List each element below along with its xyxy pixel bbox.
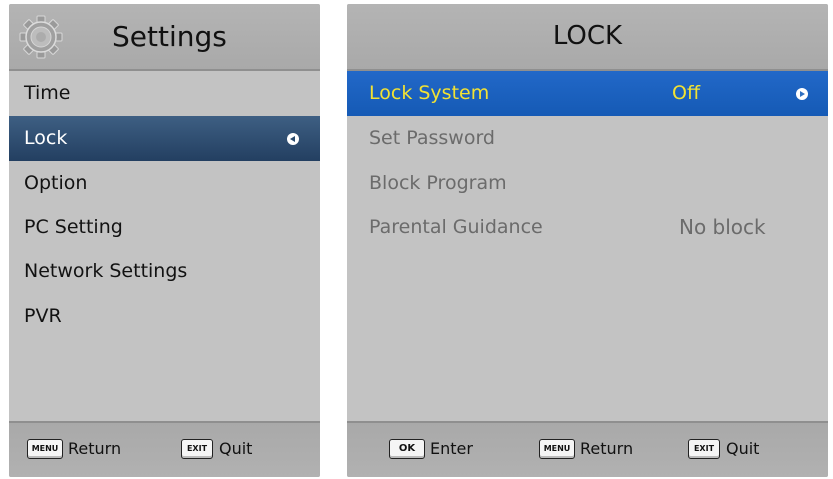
menu-item-label: Lock bbox=[24, 127, 68, 149]
parental-guidance-value: No block bbox=[679, 215, 766, 239]
gear-icon bbox=[19, 15, 63, 59]
menu-item-option[interactable]: Option bbox=[9, 161, 320, 206]
lock-title: LOCK bbox=[552, 21, 623, 51]
set-password-label: Set Password bbox=[369, 127, 495, 149]
quit-label: Quit bbox=[726, 439, 760, 458]
menu-item-time[interactable]: Time bbox=[9, 71, 320, 116]
return-label: Return bbox=[580, 439, 634, 458]
lock-item-block-program[interactable]: Block Program bbox=[347, 161, 828, 206]
lock-item-set-password[interactable]: Set Password bbox=[347, 116, 828, 161]
settings-title: Settings bbox=[112, 20, 227, 53]
exit-key-icon: EXIT bbox=[688, 439, 720, 459]
parental-guidance-label: Parental Guidance bbox=[369, 216, 543, 238]
ok-key-icon: OK bbox=[389, 439, 425, 459]
lock-panel: LOCK Lock System Off Set Password Block … bbox=[347, 4, 828, 477]
menu-item-label: PVR bbox=[24, 305, 62, 327]
settings-panel: Settings Time Lock Option PC Setting Net… bbox=[9, 4, 320, 477]
menu-item-pvr[interactable]: PVR bbox=[9, 294, 320, 339]
lock-item-parental-guidance[interactable]: Parental Guidance No block bbox=[347, 205, 828, 250]
menu-item-pc-setting[interactable]: PC Setting bbox=[9, 205, 320, 250]
menu-item-label: Time bbox=[24, 82, 71, 104]
lock-system-label: Lock System bbox=[369, 82, 490, 104]
block-program-label: Block Program bbox=[369, 172, 507, 194]
exit-key-icon: EXIT bbox=[181, 439, 213, 459]
lock-system-value: Off bbox=[672, 82, 701, 104]
menu-item-label: PC Setting bbox=[24, 216, 123, 238]
menu-key-icon: MENU bbox=[27, 439, 63, 459]
left-arrow-icon bbox=[287, 133, 299, 145]
menu-item-label: Network Settings bbox=[24, 260, 188, 282]
menu-key-icon: MENU bbox=[539, 439, 575, 459]
enter-label: Enter bbox=[430, 439, 473, 458]
menu-item-label: Option bbox=[24, 172, 88, 194]
right-arrow-icon bbox=[796, 88, 808, 100]
settings-header: Settings bbox=[9, 4, 320, 71]
return-label: Return bbox=[68, 439, 122, 458]
lock-footer: OK Enter MENU Return EXIT Quit bbox=[347, 421, 828, 477]
quit-label: Quit bbox=[219, 439, 253, 458]
menu-item-lock[interactable]: Lock bbox=[9, 116, 320, 161]
menu-item-network-settings[interactable]: Network Settings bbox=[9, 249, 320, 294]
settings-footer: MENU Return EXIT Quit bbox=[9, 421, 320, 477]
lock-item-lock-system[interactable]: Lock System Off bbox=[347, 71, 828, 116]
lock-header: LOCK bbox=[347, 4, 828, 71]
